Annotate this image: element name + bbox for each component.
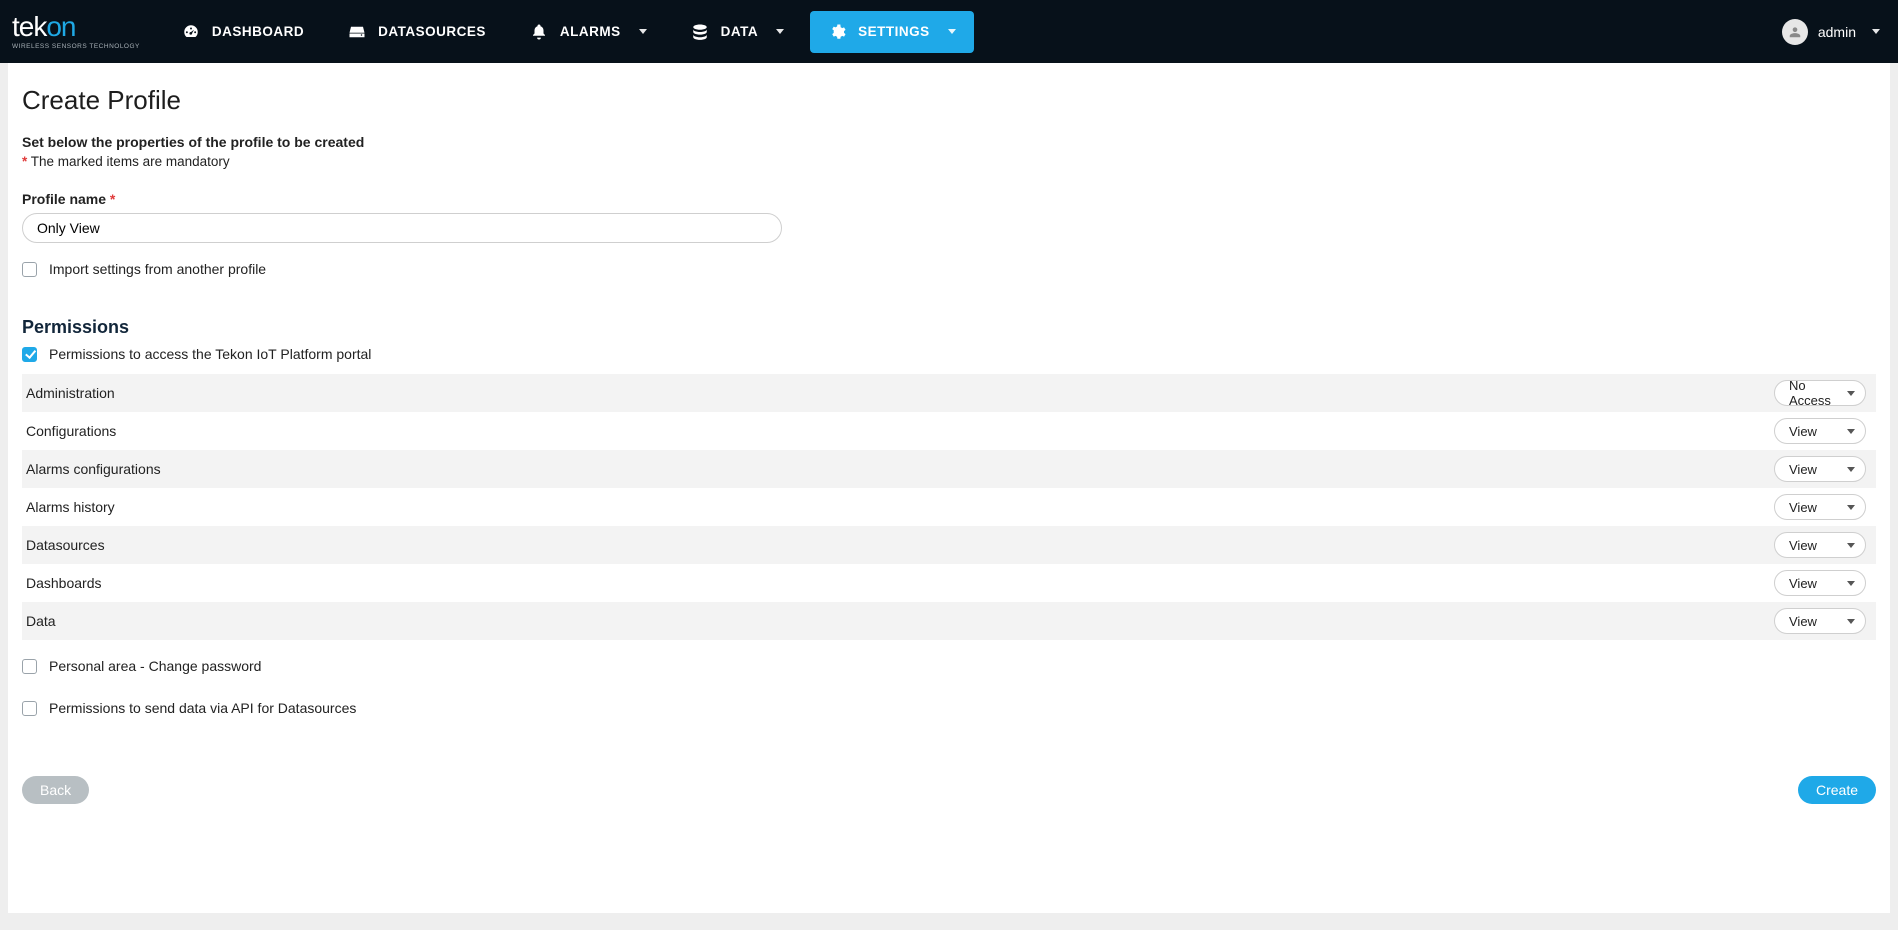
nav-alarms-label: ALARMS — [560, 24, 621, 39]
api-permission-label: Permissions to send data via API for Dat… — [49, 700, 356, 716]
brand-tagline: WIRELESS SENSORS TECHNOLOGY — [12, 43, 140, 50]
nav-dashboard[interactable]: DASHBOARD — [164, 11, 322, 53]
perm-row-datasources: Datasources View — [22, 526, 1876, 564]
permissions-heading: Permissions — [22, 317, 1876, 338]
perm-label: Datasources — [26, 537, 105, 553]
perm-label: Alarms configurations — [26, 461, 161, 477]
perm-label: Configurations — [26, 423, 116, 439]
profile-name-label-text: Profile name — [22, 191, 106, 207]
chevron-down-icon — [1872, 29, 1880, 34]
drive-icon — [348, 23, 366, 41]
bell-icon — [530, 23, 548, 41]
brand-logo[interactable]: tekon WIRELESS SENSORS TECHNOLOGY — [12, 13, 140, 50]
page-body: Create Profile Set below the properties … — [8, 63, 1890, 913]
page-title: Create Profile — [22, 85, 1876, 116]
nav-data[interactable]: DATA — [673, 11, 803, 53]
chevron-down-icon — [1847, 543, 1855, 548]
avatar — [1782, 19, 1808, 45]
back-button[interactable]: Back — [22, 776, 89, 804]
api-permission-checkbox[interactable] — [22, 701, 37, 716]
portal-access-row[interactable]: Permissions to access the Tekon IoT Plat… — [22, 346, 1876, 362]
perm-select-alarms-history[interactable]: View — [1774, 494, 1866, 520]
import-settings-label: Import settings from another profile — [49, 261, 266, 277]
portal-access-checkbox[interactable] — [22, 347, 37, 362]
gauge-icon — [182, 23, 200, 41]
brand-name-2: on — [46, 11, 75, 42]
profile-name-label: Profile name * — [22, 191, 1876, 207]
perm-row-configurations: Configurations View — [22, 412, 1876, 450]
perm-label: Data — [26, 613, 56, 629]
nav-datasources[interactable]: DATASOURCES — [330, 11, 504, 53]
import-settings-row[interactable]: Import settings from another profile — [22, 261, 1876, 277]
chevron-down-icon — [1847, 391, 1855, 396]
nav-settings-label: SETTINGS — [858, 24, 930, 39]
perm-select-value: View — [1789, 538, 1817, 553]
chevron-down-icon — [776, 29, 784, 34]
perm-select-value: View — [1789, 500, 1817, 515]
change-password-label: Personal area - Change password — [49, 658, 261, 674]
perm-row-alarms-config: Alarms configurations View — [22, 450, 1876, 488]
nav-data-label: DATA — [721, 24, 759, 39]
user-menu[interactable]: admin — [1782, 19, 1880, 45]
chevron-down-icon — [1847, 505, 1855, 510]
perm-select-value: View — [1789, 462, 1817, 477]
lead-text: Set below the properties of the profile … — [22, 134, 1876, 150]
chevron-down-icon — [1847, 581, 1855, 586]
required-note-text: The marked items are mandatory — [31, 154, 230, 169]
chevron-down-icon — [1847, 429, 1855, 434]
nav-settings[interactable]: SETTINGS — [810, 11, 974, 53]
perm-select-value: View — [1789, 424, 1817, 439]
perm-select-configurations[interactable]: View — [1774, 418, 1866, 444]
chevron-down-icon — [639, 29, 647, 34]
change-password-checkbox[interactable] — [22, 659, 37, 674]
gear-icon — [828, 23, 846, 41]
nav-dashboard-label: DASHBOARD — [212, 24, 304, 39]
brand-name-1: tek — [12, 11, 46, 42]
perm-label: Administration — [26, 385, 115, 401]
perm-select-alarms-config[interactable]: View — [1774, 456, 1866, 482]
change-password-row[interactable]: Personal area - Change password — [22, 658, 1876, 674]
portal-access-label: Permissions to access the Tekon IoT Plat… — [49, 346, 371, 362]
database-icon — [691, 23, 709, 41]
chevron-down-icon — [948, 29, 956, 34]
perm-select-administration[interactable]: No Access — [1774, 380, 1866, 406]
perm-select-value: View — [1789, 576, 1817, 591]
perm-row-alarms-history: Alarms history View — [22, 488, 1876, 526]
permissions-table: Administration No Access Configurations … — [22, 374, 1876, 640]
perm-label: Alarms history — [26, 499, 115, 515]
chevron-down-icon — [1847, 467, 1855, 472]
chevron-down-icon — [1847, 619, 1855, 624]
perm-select-value: View — [1789, 614, 1817, 629]
button-row: Back Create — [22, 776, 1876, 804]
nav-items: DASHBOARD DATASOURCES ALARMS DATA SETTIN… — [164, 11, 974, 53]
user-name: admin — [1818, 24, 1856, 40]
required-star: * — [110, 191, 115, 207]
profile-name-input[interactable] — [22, 213, 782, 243]
perm-row-data: Data View — [22, 602, 1876, 640]
nav-datasources-label: DATASOURCES — [378, 24, 486, 39]
perm-select-datasources[interactable]: View — [1774, 532, 1866, 558]
api-permission-row[interactable]: Permissions to send data via API for Dat… — [22, 700, 1876, 716]
perm-row-dashboards: Dashboards View — [22, 564, 1876, 602]
person-icon — [1788, 25, 1802, 39]
perm-select-dashboards[interactable]: View — [1774, 570, 1866, 596]
perm-select-value: No Access — [1789, 378, 1841, 408]
perm-row-administration: Administration No Access — [22, 374, 1876, 412]
top-nav: tekon WIRELESS SENSORS TECHNOLOGY DASHBO… — [0, 0, 1898, 63]
perm-select-data[interactable]: View — [1774, 608, 1866, 634]
required-note: * The marked items are mandatory — [22, 154, 1876, 169]
nav-alarms[interactable]: ALARMS — [512, 11, 665, 53]
perm-label: Dashboards — [26, 575, 102, 591]
create-button[interactable]: Create — [1798, 776, 1876, 804]
required-star: * — [22, 154, 27, 169]
import-settings-checkbox[interactable] — [22, 262, 37, 277]
